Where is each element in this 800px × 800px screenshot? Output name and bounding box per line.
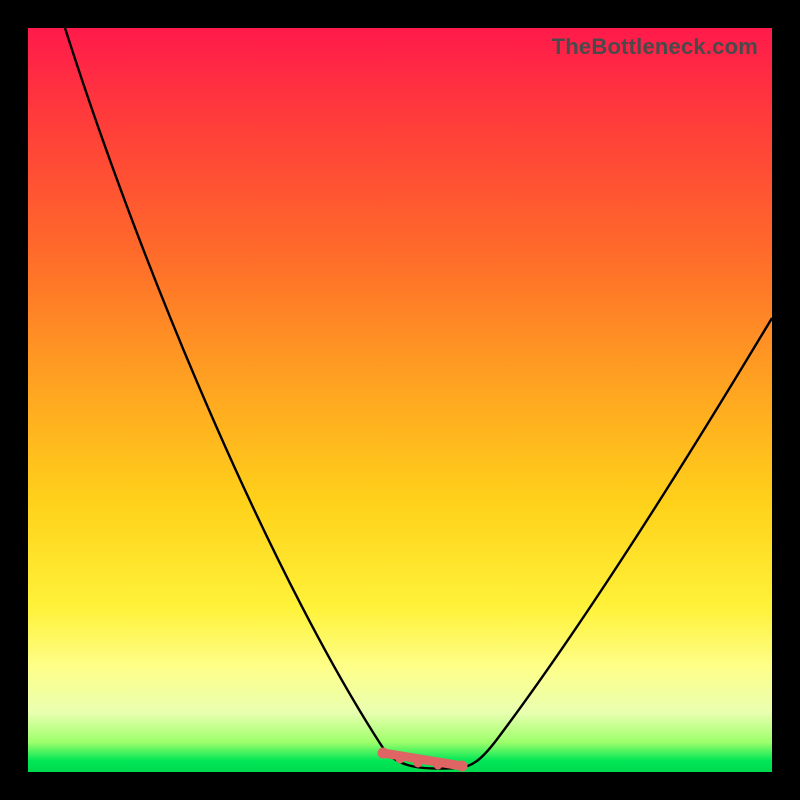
curve-overlay bbox=[28, 28, 772, 772]
chart-frame: TheBottleneck.com bbox=[0, 0, 800, 800]
watermark-text: TheBottleneck.com bbox=[552, 34, 758, 60]
bottleneck-curve bbox=[65, 28, 772, 769]
plot-area: TheBottleneck.com bbox=[28, 28, 772, 772]
